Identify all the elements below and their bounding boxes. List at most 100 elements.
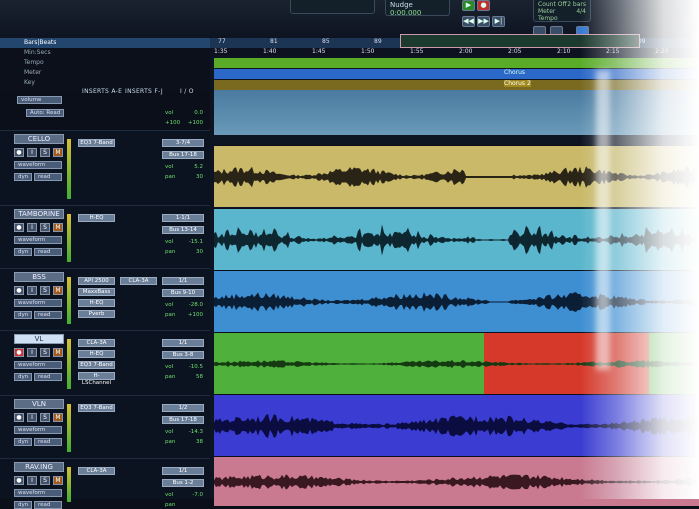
track-header: CELLO ● I S Mwaveform dyn read EQ3 7-Band 3-7/4 B…: [0, 130, 215, 205]
track-lane[interactable]: [214, 394, 699, 456]
play-button[interactable]: ▶: [462, 0, 475, 11]
track-view-select[interactable]: waveform: [14, 361, 62, 369]
track-view-select[interactable]: waveform: [14, 299, 62, 307]
track-name[interactable]: CELLO: [14, 134, 64, 144]
automation-mode-select[interactable]: read: [34, 311, 62, 319]
go-to-end-button[interactable]: ▶|: [492, 16, 505, 27]
track-view-select[interactable]: waveform: [14, 161, 62, 169]
input-monitor-button[interactable]: I: [27, 413, 37, 422]
dyn-button[interactable]: dyn: [14, 373, 32, 381]
input-select[interactable]: 3-7/4: [162, 139, 204, 147]
dyn-button[interactable]: dyn: [14, 438, 32, 446]
track-name[interactable]: VLN: [14, 399, 64, 409]
dyn-button[interactable]: dyn: [14, 311, 32, 319]
track-view-select[interactable]: waveform: [14, 489, 62, 497]
solo-button[interactable]: S: [40, 148, 50, 157]
input-select[interactable]: 1-1/1: [162, 214, 204, 222]
ruler-key[interactable]: Key: [0, 78, 215, 88]
input-monitor-button[interactable]: I: [27, 476, 37, 485]
insert-slot[interactable]: CLA-3A: [78, 467, 115, 475]
automation-mode-select[interactable]: read: [34, 373, 62, 381]
input-monitor-button[interactable]: I: [27, 348, 37, 357]
mute-button[interactable]: M: [53, 148, 63, 157]
input-select[interactable]: 1/2: [162, 404, 204, 412]
track-lane[interactable]: [214, 208, 699, 270]
record-button[interactable]: ●: [477, 0, 490, 11]
dyn-button[interactable]: dyn: [14, 173, 32, 181]
insert-slot[interactable]: H-EQ: [78, 350, 115, 358]
track-name[interactable]: BSS: [14, 272, 64, 282]
track-name[interactable]: VL: [14, 334, 64, 344]
insert-slot[interactable]: EQ3 7-Band: [78, 361, 115, 369]
tempo-lane[interactable]: [214, 58, 699, 68]
record-enable-button[interactable]: ●: [14, 223, 24, 232]
mute-button[interactable]: M: [53, 476, 63, 485]
meter-lane[interactable]: Chorus: [214, 69, 699, 79]
time-ruler[interactable]: 1:35 1:40 1:45 1:50 1:55 2:00 2:05 2:10 2:15 2:20: [210, 48, 699, 58]
mute-button[interactable]: M: [53, 348, 63, 357]
output-select[interactable]: Bus 1-2: [162, 479, 204, 487]
ruler-min-secs[interactable]: Min:Secs: [0, 48, 215, 58]
output-select[interactable]: Bus 17-18: [162, 416, 204, 424]
insert-slot[interactable]: EQ3 7-Band: [78, 404, 115, 412]
dyn-button[interactable]: dyn: [14, 248, 32, 256]
forward-button[interactable]: ▶▶: [477, 16, 490, 27]
mute-button[interactable]: M: [53, 413, 63, 422]
key-lane[interactable]: Chorus 2: [214, 80, 699, 90]
track-view-select[interactable]: waveform: [14, 426, 62, 434]
input-select[interactable]: 1/1: [162, 467, 204, 475]
record-enable-button[interactable]: ●: [14, 148, 24, 157]
insert-slot-fj[interactable]: CLA-3A: [120, 277, 157, 285]
track-lane[interactable]: [214, 270, 699, 332]
rewind-button[interactable]: ◀◀: [462, 16, 475, 27]
ruler-bars-beats[interactable]: Bars|Beats: [0, 38, 215, 48]
automation-mode-select[interactable]: read: [34, 173, 62, 181]
mute-button[interactable]: M: [53, 286, 63, 295]
marker-chorus[interactable]: Chorus: [504, 69, 525, 76]
output-select[interactable]: Bus 13-14: [162, 226, 204, 234]
record-enable-button[interactable]: ●: [14, 476, 24, 485]
insert-slot[interactable]: H-LSChannel: [78, 372, 115, 386]
insert-slot[interactable]: MaxxBass: [78, 288, 115, 296]
automation-mode-select[interactable]: read: [34, 438, 62, 446]
record-enable-button[interactable]: ●: [14, 413, 24, 422]
mute-button[interactable]: M: [53, 223, 63, 232]
insert-slot[interactable]: H-EQ: [78, 299, 115, 307]
edit-timeline[interactable]: 778185899397101105109 1:351:401:451:501:…: [210, 34, 699, 506]
marker-chorus-2[interactable]: Chorus 2: [504, 80, 531, 87]
track-name[interactable]: RAV.ING: [14, 462, 64, 472]
automation-mode-select[interactable]: read: [34, 248, 62, 256]
ruler-meter[interactable]: Meter: [0, 68, 215, 78]
solo-button[interactable]: S: [40, 413, 50, 422]
solo-button[interactable]: S: [40, 476, 50, 485]
track-lane[interactable]: [214, 332, 699, 394]
output-select[interactable]: Bus 17-18: [162, 151, 204, 159]
record-enable-button[interactable]: ●: [14, 348, 24, 357]
track-lane[interactable]: [214, 145, 699, 207]
master-auto-select[interactable]: Auto: Read: [26, 109, 64, 117]
insert-slot[interactable]: H-EQ: [78, 214, 115, 222]
solo-button[interactable]: S: [40, 286, 50, 295]
solo-button[interactable]: S: [40, 223, 50, 232]
input-monitor-button[interactable]: I: [27, 223, 37, 232]
insert-slot[interactable]: API 2500: [78, 277, 115, 285]
input-monitor-button[interactable]: I: [27, 148, 37, 157]
dyn-button[interactable]: dyn: [14, 501, 32, 509]
output-select[interactable]: Bus 9-10: [162, 289, 204, 297]
insert-slot[interactable]: CLA-3A: [78, 339, 115, 347]
input-select[interactable]: 1/1: [162, 339, 204, 347]
track-view-select[interactable]: waveform: [14, 236, 62, 244]
output-select[interactable]: Bus 3-8: [162, 351, 204, 359]
nudge-display[interactable]: Nudge 0:00.000: [385, 0, 450, 17]
solo-button[interactable]: S: [40, 348, 50, 357]
automation-mode-select[interactable]: read: [34, 501, 62, 509]
master-view-select[interactable]: volume: [17, 96, 62, 104]
input-select[interactable]: 1/1: [162, 277, 204, 285]
ruler-tempo[interactable]: Tempo: [0, 58, 215, 68]
insert-slot[interactable]: EQ3 7-Band: [78, 139, 115, 147]
insert-slot[interactable]: Pverb: [78, 310, 115, 318]
track-name[interactable]: TAMBORINE: [14, 209, 64, 219]
record-enable-button[interactable]: ●: [14, 286, 24, 295]
input-monitor-button[interactable]: I: [27, 286, 37, 295]
volume-readout: vol -14.3: [165, 429, 203, 435]
